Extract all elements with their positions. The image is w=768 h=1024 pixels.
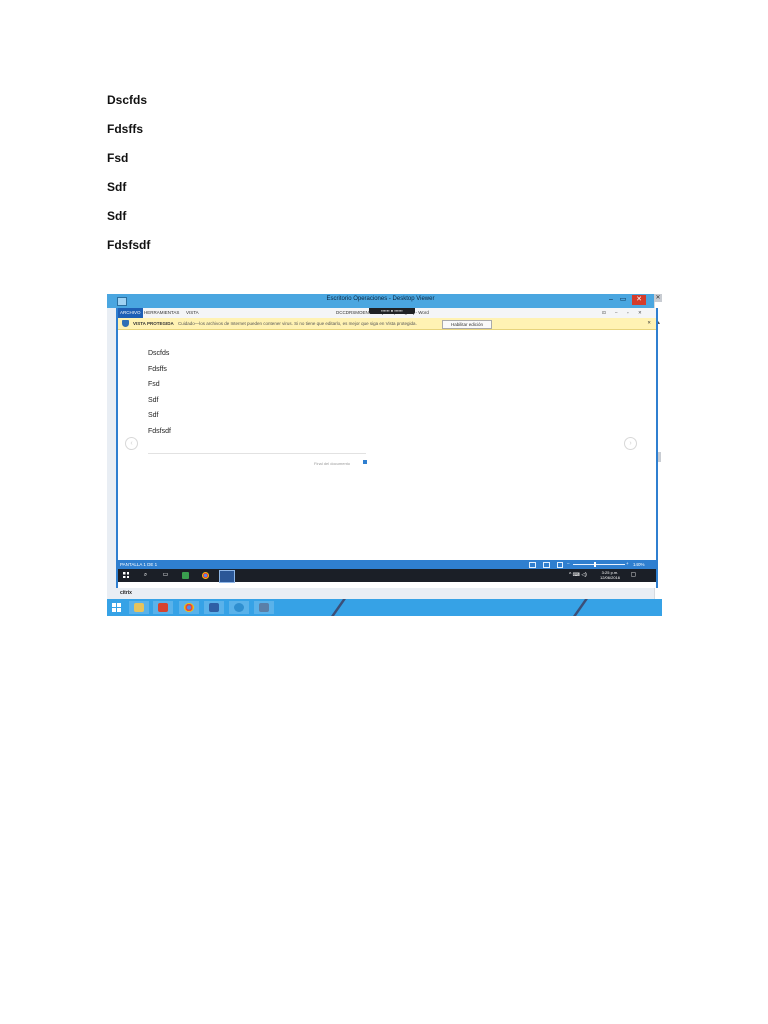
page-line: Fsd <box>148 381 160 388</box>
media-icon[interactable] <box>153 601 173 614</box>
maximize-button[interactable]: ▭ <box>619 295 627 305</box>
document-line: Fdsffs <box>107 122 143 136</box>
chrome-icon[interactable] <box>202 572 209 579</box>
document-line: Sdf <box>107 209 127 223</box>
document-line: Dscfds <box>107 93 148 107</box>
protected-view-bar: VISTA PROTEGIDA Cuidado—los archivos de … <box>118 318 656 330</box>
chrome-icon[interactable] <box>179 601 199 614</box>
word-restore-button[interactable]: ▫ <box>627 310 629 315</box>
next-page-icon[interactable]: › <box>624 437 637 450</box>
shield-icon <box>122 320 129 327</box>
previous-page-icon[interactable]: ‹ <box>125 437 138 450</box>
tab-herramientas[interactable]: HERRAMIENTAS <box>144 310 179 315</box>
zoom-slider[interactable] <box>573 564 625 565</box>
minimize-button[interactable]: – <box>607 295 615 305</box>
end-of-document-rule <box>148 453 366 454</box>
folder-icon[interactable] <box>129 601 149 614</box>
zoom-in-button[interactable]: + <box>626 561 629 566</box>
citrix-label: citrix <box>120 590 132 596</box>
zoom-out-button[interactable]: – <box>567 561 570 566</box>
close-button[interactable]: ✕ <box>632 295 646 305</box>
people-icon[interactable] <box>204 601 224 614</box>
word-app-icon[interactable] <box>219 570 235 583</box>
document-line: Sdf <box>107 180 127 194</box>
windows-start-icon[interactable] <box>112 603 122 612</box>
enable-editing-button[interactable]: Habilitar edición <box>442 320 492 329</box>
remote-session-toolbar[interactable]: ▪▪▪▪▪▪ ● ▪▪▪▪▪▪ <box>369 308 415 314</box>
close-icon[interactable]: ✕ <box>647 320 651 326</box>
document-body: Dscfds Fdsffs Fsd Sdf Sdf Fdsfsdf <box>107 92 150 266</box>
protected-view-title: VISTA PROTEGIDA <box>133 321 174 326</box>
task-view-icon[interactable]: ▭ <box>162 572 169 579</box>
web-layout-icon[interactable] <box>557 562 563 568</box>
network-icon[interactable] <box>229 601 249 614</box>
clock-date: 12/06/2016 <box>600 575 621 580</box>
word-minimize-button[interactable]: – <box>615 310 618 315</box>
status-bar: PANTALLA 1 DE 1 – + 140% <box>118 560 656 569</box>
outer-close-icon[interactable]: ✕ <box>654 294 662 302</box>
inner-taskbar: ⌕ ▭ ^ ⌨ ◁) 3:25 p.m. 12/06/2016 ▢ <box>118 569 656 583</box>
photos-icon[interactable] <box>182 572 189 579</box>
page-line: Fdsffs <box>148 365 167 373</box>
word-close-button[interactable]: ✕ <box>638 310 642 316</box>
search-icon[interactable]: ⌕ <box>142 572 149 579</box>
tab-archivo[interactable]: ARCHIVO <box>118 308 143 318</box>
word-window: ARCHIVO HERRAMIENTAS VISTA DCCDRSMOENV22… <box>116 308 658 588</box>
ribbon-display-icon[interactable]: ⊡ <box>602 310 606 316</box>
system-clock[interactable]: 3:25 p.m. 12/06/2016 <box>600 570 620 580</box>
zoom-level[interactable]: 140% <box>633 562 645 567</box>
window-title: Escritorio Operaciones - Desktop Viewer <box>326 296 435 302</box>
document-line: Fdsfsdf <box>107 238 151 252</box>
zoom-slider-knob[interactable] <box>593 562 596 567</box>
end-of-document-marker <box>363 460 367 464</box>
document-page[interactable]: Dscfds Fdsffs Fsd Sdf Sdf Fdsfsdf ‹ › Fi… <box>118 330 656 560</box>
page-count: PANTALLA 1 DE 1 <box>120 562 158 567</box>
outer-taskbar <box>107 599 662 616</box>
page-line: Fdsfsdf <box>148 427 171 435</box>
document-line: Fsd <box>107 151 129 165</box>
embedded-screenshot: Escritorio Operaciones - Desktop Viewer … <box>107 294 662 616</box>
taskbar-stripe <box>331 599 346 616</box>
system-tray-icons[interactable]: ^ ⌨ ◁) <box>569 572 587 578</box>
windows-start-icon[interactable] <box>123 572 129 578</box>
page-line: Sdf <box>148 412 159 419</box>
page-text: Dscfds Fdsffs Fsd Sdf Sdf Fdsfsdf <box>148 349 171 442</box>
page-line: Sdf <box>148 396 159 404</box>
taskbar-stripe <box>573 599 588 616</box>
read-mode-icon[interactable] <box>529 562 536 568</box>
print-layout-icon[interactable] <box>543 562 550 568</box>
page-line: Dscfds <box>148 350 170 357</box>
notification-center-icon[interactable]: ▢ <box>630 572 637 579</box>
protected-view-message: Cuidado—los archivos de Internet pueden … <box>178 321 417 326</box>
tab-vista[interactable]: VISTA <box>186 310 199 315</box>
monitor-icon[interactable] <box>254 601 274 614</box>
end-of-document-label: Final del documento <box>314 461 351 466</box>
desktop-viewer-title-bar[interactable]: Escritorio Operaciones - Desktop Viewer … <box>107 294 654 308</box>
